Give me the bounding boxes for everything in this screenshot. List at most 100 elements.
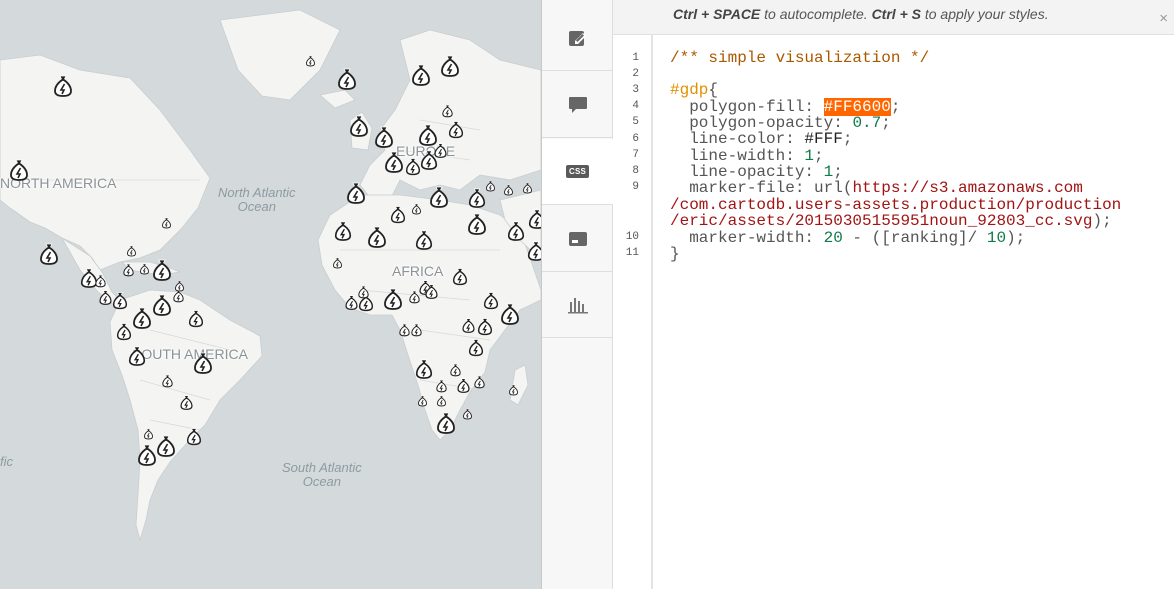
money-bag-icon[interactable] bbox=[461, 317, 476, 339]
code-line: } bbox=[670, 246, 680, 262]
money-bag-icon[interactable] bbox=[433, 142, 448, 164]
money-bag-icon[interactable] bbox=[428, 185, 450, 214]
css-tool-button[interactable]: CSS bbox=[542, 139, 613, 205]
side-toolbar: CSS bbox=[541, 0, 613, 589]
money-bag-icon[interactable] bbox=[383, 150, 405, 179]
widgets-tool-button[interactable] bbox=[542, 272, 613, 338]
money-bag-icon[interactable] bbox=[332, 256, 343, 274]
money-bag-icon[interactable] bbox=[482, 291, 500, 315]
line-number: 7 bbox=[632, 149, 639, 161]
money-bag-icon[interactable] bbox=[439, 54, 461, 83]
legend-tool-button[interactable] bbox=[542, 206, 613, 272]
money-bag-icon[interactable] bbox=[366, 225, 388, 254]
label-south-atlantic: South Atlantic Ocean bbox=[282, 461, 362, 489]
money-bag-icon[interactable] bbox=[527, 208, 541, 235]
money-bag-icon[interactable] bbox=[179, 394, 194, 416]
money-bag-icon[interactable] bbox=[357, 285, 370, 304]
ocean-label-line: South Atlantic bbox=[282, 460, 362, 475]
money-bag-icon[interactable] bbox=[389, 205, 407, 229]
money-bag-icon[interactable] bbox=[451, 267, 469, 291]
code-number: 20 bbox=[823, 229, 843, 247]
code-property: marker-file: url( bbox=[670, 179, 853, 197]
editor-hint-bar: Ctrl + SPACE to autocomplete. Ctrl + S t… bbox=[613, 0, 1174, 35]
wizard-tool-button[interactable] bbox=[542, 5, 613, 71]
money-bag-icon[interactable] bbox=[115, 322, 133, 346]
money-bag-icon[interactable] bbox=[526, 240, 541, 267]
money-bag-icon[interactable] bbox=[382, 287, 404, 316]
close-icon[interactable]: × bbox=[1159, 10, 1168, 27]
code-property: marker-width: bbox=[670, 229, 824, 247]
css-icon: CSS bbox=[565, 165, 590, 178]
money-bag-icon[interactable] bbox=[8, 158, 30, 187]
money-bag-icon[interactable] bbox=[408, 290, 421, 309]
money-bag-icon[interactable] bbox=[52, 74, 74, 103]
map-view[interactable]: NORTH AMERICA EUROPE AFRICA SOUTH AMERIC… bbox=[0, 0, 541, 589]
money-bag-icon[interactable] bbox=[508, 383, 519, 401]
code-selector: #gdp bbox=[670, 81, 709, 99]
money-bag-icon[interactable] bbox=[336, 67, 358, 96]
code-line: line-color: #FFF; bbox=[670, 131, 852, 147]
money-bag-icon[interactable] bbox=[414, 229, 434, 256]
code-line: /com.cartodb.users-assets.production/pro… bbox=[670, 197, 1121, 213]
money-bag-icon[interactable] bbox=[305, 54, 316, 72]
money-bag-icon[interactable] bbox=[466, 212, 488, 241]
code-line: marker-file: url(https://s3.amazonaws.co… bbox=[670, 180, 1083, 196]
money-bag-icon[interactable] bbox=[424, 283, 439, 305]
money-bag-icon[interactable] bbox=[38, 242, 60, 271]
money-bag-icon[interactable] bbox=[333, 220, 353, 247]
code-property: line-color: bbox=[670, 130, 805, 148]
money-bag-icon[interactable] bbox=[127, 345, 147, 372]
money-bag-icon[interactable] bbox=[126, 244, 137, 262]
money-bag-icon[interactable] bbox=[462, 407, 473, 425]
money-bag-icon[interactable] bbox=[410, 63, 432, 92]
line-number: 6 bbox=[632, 133, 639, 145]
money-bag-icon[interactable] bbox=[417, 394, 428, 412]
money-bag-icon[interactable] bbox=[174, 279, 185, 297]
money-bag-icon[interactable] bbox=[503, 183, 514, 201]
money-bag-icon[interactable] bbox=[161, 374, 174, 393]
money-bag-icon[interactable] bbox=[414, 358, 434, 385]
code-token: ); bbox=[1092, 212, 1112, 230]
money-bag-icon[interactable] bbox=[411, 202, 422, 220]
code-token: - ([ranking]/ bbox=[842, 229, 987, 247]
code-number: 0.7 bbox=[852, 114, 882, 132]
ocean-label-line: Ocean bbox=[237, 199, 276, 214]
money-bag-icon[interactable] bbox=[151, 258, 173, 287]
money-bag-icon[interactable] bbox=[506, 220, 526, 247]
money-bag-icon[interactable] bbox=[131, 306, 153, 335]
line-number: 10 bbox=[625, 231, 639, 243]
label-north-atlantic: North Atlantic Ocean bbox=[218, 186, 296, 214]
money-bag-icon[interactable] bbox=[435, 411, 457, 440]
money-bag-icon[interactable] bbox=[410, 323, 423, 342]
money-bag-icon[interactable] bbox=[467, 338, 485, 362]
money-bag-icon[interactable] bbox=[151, 293, 173, 322]
line-number: 11 bbox=[625, 247, 639, 259]
money-bag-icon[interactable] bbox=[187, 309, 205, 333]
money-bag-icon[interactable] bbox=[345, 181, 367, 210]
money-bag-icon[interactable] bbox=[436, 394, 447, 412]
line-number: 4 bbox=[632, 100, 639, 112]
money-bag-icon[interactable] bbox=[456, 377, 471, 399]
money-bag-icon[interactable] bbox=[155, 434, 177, 463]
money-bag-icon[interactable] bbox=[348, 114, 370, 143]
code-token: ; bbox=[842, 130, 853, 148]
money-bag-icon[interactable] bbox=[522, 181, 533, 199]
money-bag-icon[interactable] bbox=[139, 262, 150, 280]
money-bag-icon[interactable] bbox=[122, 263, 135, 282]
money-bag-icon[interactable] bbox=[185, 427, 203, 451]
money-bag-icon[interactable] bbox=[447, 120, 465, 144]
money-bag-icon[interactable] bbox=[473, 375, 486, 394]
money-bag-icon[interactable] bbox=[485, 179, 496, 197]
infowindow-tool-button[interactable] bbox=[542, 72, 613, 138]
money-bag-icon[interactable] bbox=[136, 443, 158, 472]
money-bag-icon[interactable] bbox=[143, 427, 154, 445]
money-bag-icon[interactable] bbox=[111, 291, 129, 315]
code-token: } bbox=[670, 245, 680, 263]
money-bag-icon[interactable] bbox=[192, 351, 214, 380]
money-bag-icon[interactable] bbox=[499, 302, 521, 331]
hint-text: to apply your styles. bbox=[920, 6, 1049, 22]
code-comment: /** simple visualization */ bbox=[670, 49, 930, 67]
line-number: 8 bbox=[632, 165, 639, 177]
money-bag-icon[interactable] bbox=[161, 216, 172, 234]
code-token: ); bbox=[1006, 229, 1026, 247]
